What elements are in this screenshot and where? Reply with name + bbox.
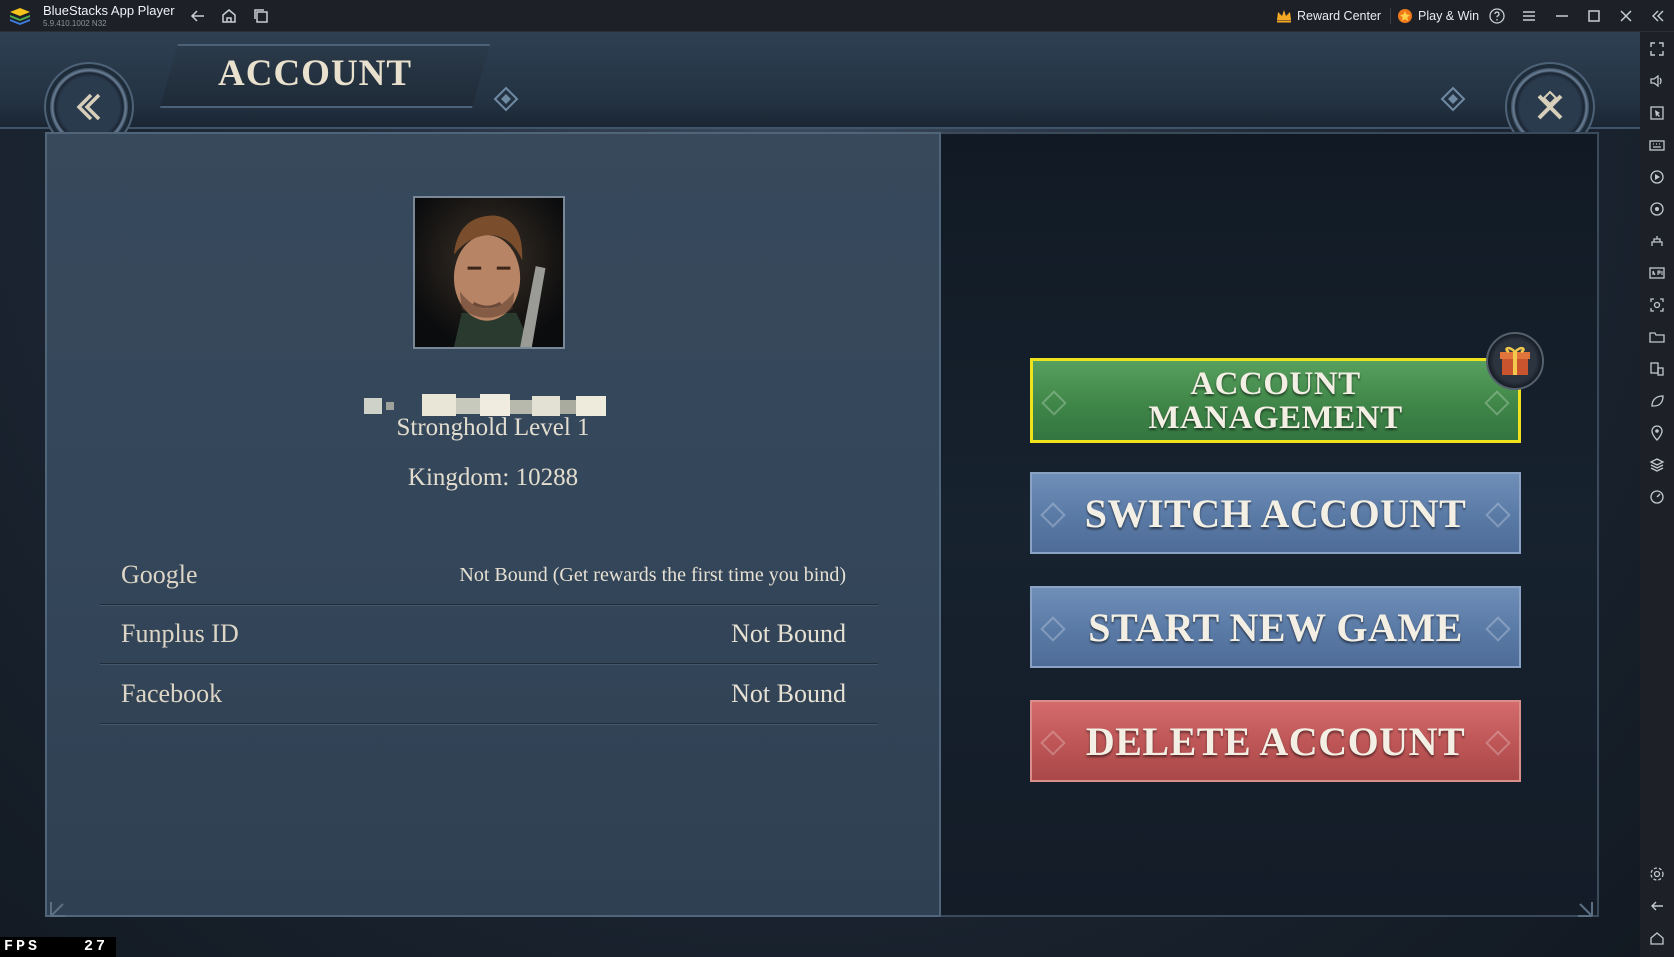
app-title: BlueStacks App Player (43, 3, 175, 18)
delete-account-button[interactable]: DELETE ACCOUNT (1030, 700, 1521, 782)
diamond-ornament-icon (1484, 389, 1510, 416)
start-new-game-button[interactable]: START NEW GAME (1030, 586, 1521, 668)
button-label: ACCOUNT MANAGEMENT (1148, 365, 1403, 436)
app-version: 5.9.410.1002 N32 (43, 19, 107, 28)
binding-label: Funplus ID (121, 619, 239, 648)
apk-icon[interactable] (1649, 265, 1665, 281)
close-ornate-icon (1537, 90, 1563, 120)
fps-value: 27 (84, 938, 109, 955)
crown-icon (1277, 10, 1291, 23)
play-win-button[interactable]: Play & Win (1397, 5, 1479, 27)
layers-icon[interactable] (1649, 457, 1665, 473)
volume-icon[interactable] (1649, 73, 1665, 89)
home-icon[interactable] (220, 7, 238, 25)
button-label: SWITCH ACCOUNT (1084, 490, 1467, 536)
corner-ornament-icon (50, 902, 65, 917)
reward-center-button[interactable]: Reward Center (1276, 5, 1381, 27)
android-home-icon[interactable] (1649, 930, 1665, 946)
account-management-button[interactable]: ACCOUNT MANAGEMENT (1030, 358, 1521, 443)
binding-row-facebook[interactable]: Facebook Not Bound (100, 665, 878, 724)
binding-label: Google (121, 560, 198, 589)
diamond-ornament-icon (1040, 730, 1066, 756)
diamond-ornament-icon (1041, 389, 1067, 416)
location-icon[interactable] (1649, 425, 1665, 441)
reward-center-label: Reward Center (1297, 9, 1382, 23)
cursor-icon[interactable] (1649, 105, 1665, 121)
multi-window-icon[interactable] (1649, 361, 1665, 377)
avatar[interactable] (413, 196, 565, 349)
gift-badge[interactable] (1486, 332, 1544, 390)
close-icon[interactable] (1617, 7, 1635, 25)
fps-counter: FPS 27 (0, 937, 116, 957)
game-screen: ACCOUNT Stronghold Level 1 Kingdom: 1028… (0, 32, 1640, 957)
play-win-icon (1398, 9, 1412, 23)
diamond-ornament-icon (1485, 730, 1511, 756)
title-bar: BlueStacks App Player 5.9.410.1002 N32 R… (0, 0, 1674, 32)
page-title: ACCOUNT (218, 53, 413, 94)
collapse-icon[interactable] (1648, 7, 1666, 25)
sidebar (1640, 32, 1674, 957)
fullscreen-icon[interactable] (1649, 41, 1665, 57)
binding-status: Not Bound (731, 679, 846, 708)
android-back-icon[interactable] (1649, 898, 1665, 914)
help-icon[interactable] (1488, 7, 1506, 25)
binding-label: Facebook (121, 679, 223, 708)
minimize-icon[interactable] (1553, 7, 1571, 25)
diamond-ornament-icon (493, 86, 519, 112)
bluestacks-logo-icon (10, 8, 30, 25)
diamond-ornament-icon (1040, 502, 1066, 528)
folder-icon[interactable] (1649, 329, 1665, 345)
binding-status: Not Bound (731, 619, 846, 648)
diamond-ornament-icon (1485, 616, 1511, 642)
diamond-ornament-icon (1040, 616, 1066, 642)
binding-row-funplus[interactable]: Funplus ID Not Bound (100, 605, 878, 664)
diamond-ornament-icon (1485, 502, 1511, 528)
screenshot-icon[interactable] (1649, 297, 1665, 313)
gift-box-icon (1500, 346, 1530, 375)
keyboard-icon[interactable] (1649, 137, 1665, 153)
binding-row-google[interactable]: Google Not Bound (Get rewards the first … (100, 546, 878, 605)
binding-status: Not Bound (Get rewards the first time yo… (459, 564, 846, 586)
corner-ornament-icon (1578, 902, 1593, 917)
button-label: DELETE ACCOUNT (1085, 718, 1466, 764)
button-label: START NEW GAME (1088, 604, 1463, 650)
stronghold-level: Stronghold Level 1 (396, 414, 590, 441)
divider (1390, 8, 1391, 24)
eco-mode-icon[interactable] (1649, 393, 1665, 409)
double-chevron-left-icon (76, 93, 101, 121)
controls-icon[interactable] (1649, 233, 1665, 249)
switch-account-button[interactable]: SWITCH ACCOUNT (1030, 472, 1521, 554)
diamond-ornament-icon (1440, 86, 1466, 112)
kingdom-number: Kingdom: 10288 (407, 464, 579, 491)
back-icon[interactable] (189, 7, 207, 25)
fps-label: FPS (4, 938, 41, 955)
settings-icon[interactable] (1649, 866, 1665, 882)
macro-icon[interactable] (1649, 201, 1665, 217)
record-icon[interactable] (1649, 169, 1665, 185)
maximize-icon[interactable] (1585, 7, 1603, 25)
menu-icon[interactable] (1520, 7, 1538, 25)
play-win-label: Play & Win (1418, 9, 1480, 23)
speed-icon[interactable] (1649, 489, 1665, 505)
multi-instance-icon[interactable] (252, 7, 270, 25)
